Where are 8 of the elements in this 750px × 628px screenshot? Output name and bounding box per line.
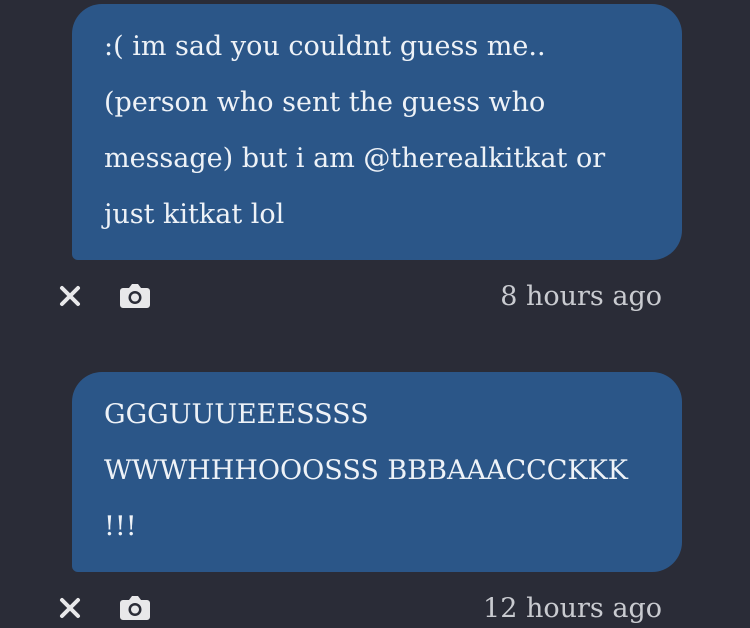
message-bubble: GGGUUUEEESSSS WWWHHHOOOSSS BBBAAACCCKKK !!! [72,372,682,572]
camera-icon[interactable] [119,594,151,622]
timestamp: 8 hours ago [500,280,662,312]
timestamp: 12 hours ago [483,592,662,624]
close-icon[interactable] [59,285,81,307]
camera-icon[interactable] [119,282,151,310]
message-bubble: :( im sad you couldnt guess me.. (person who sent the guess who message) but i am @therealkitkat or just kitkat lol [72,4,682,260]
close-icon[interactable] [59,597,81,619]
